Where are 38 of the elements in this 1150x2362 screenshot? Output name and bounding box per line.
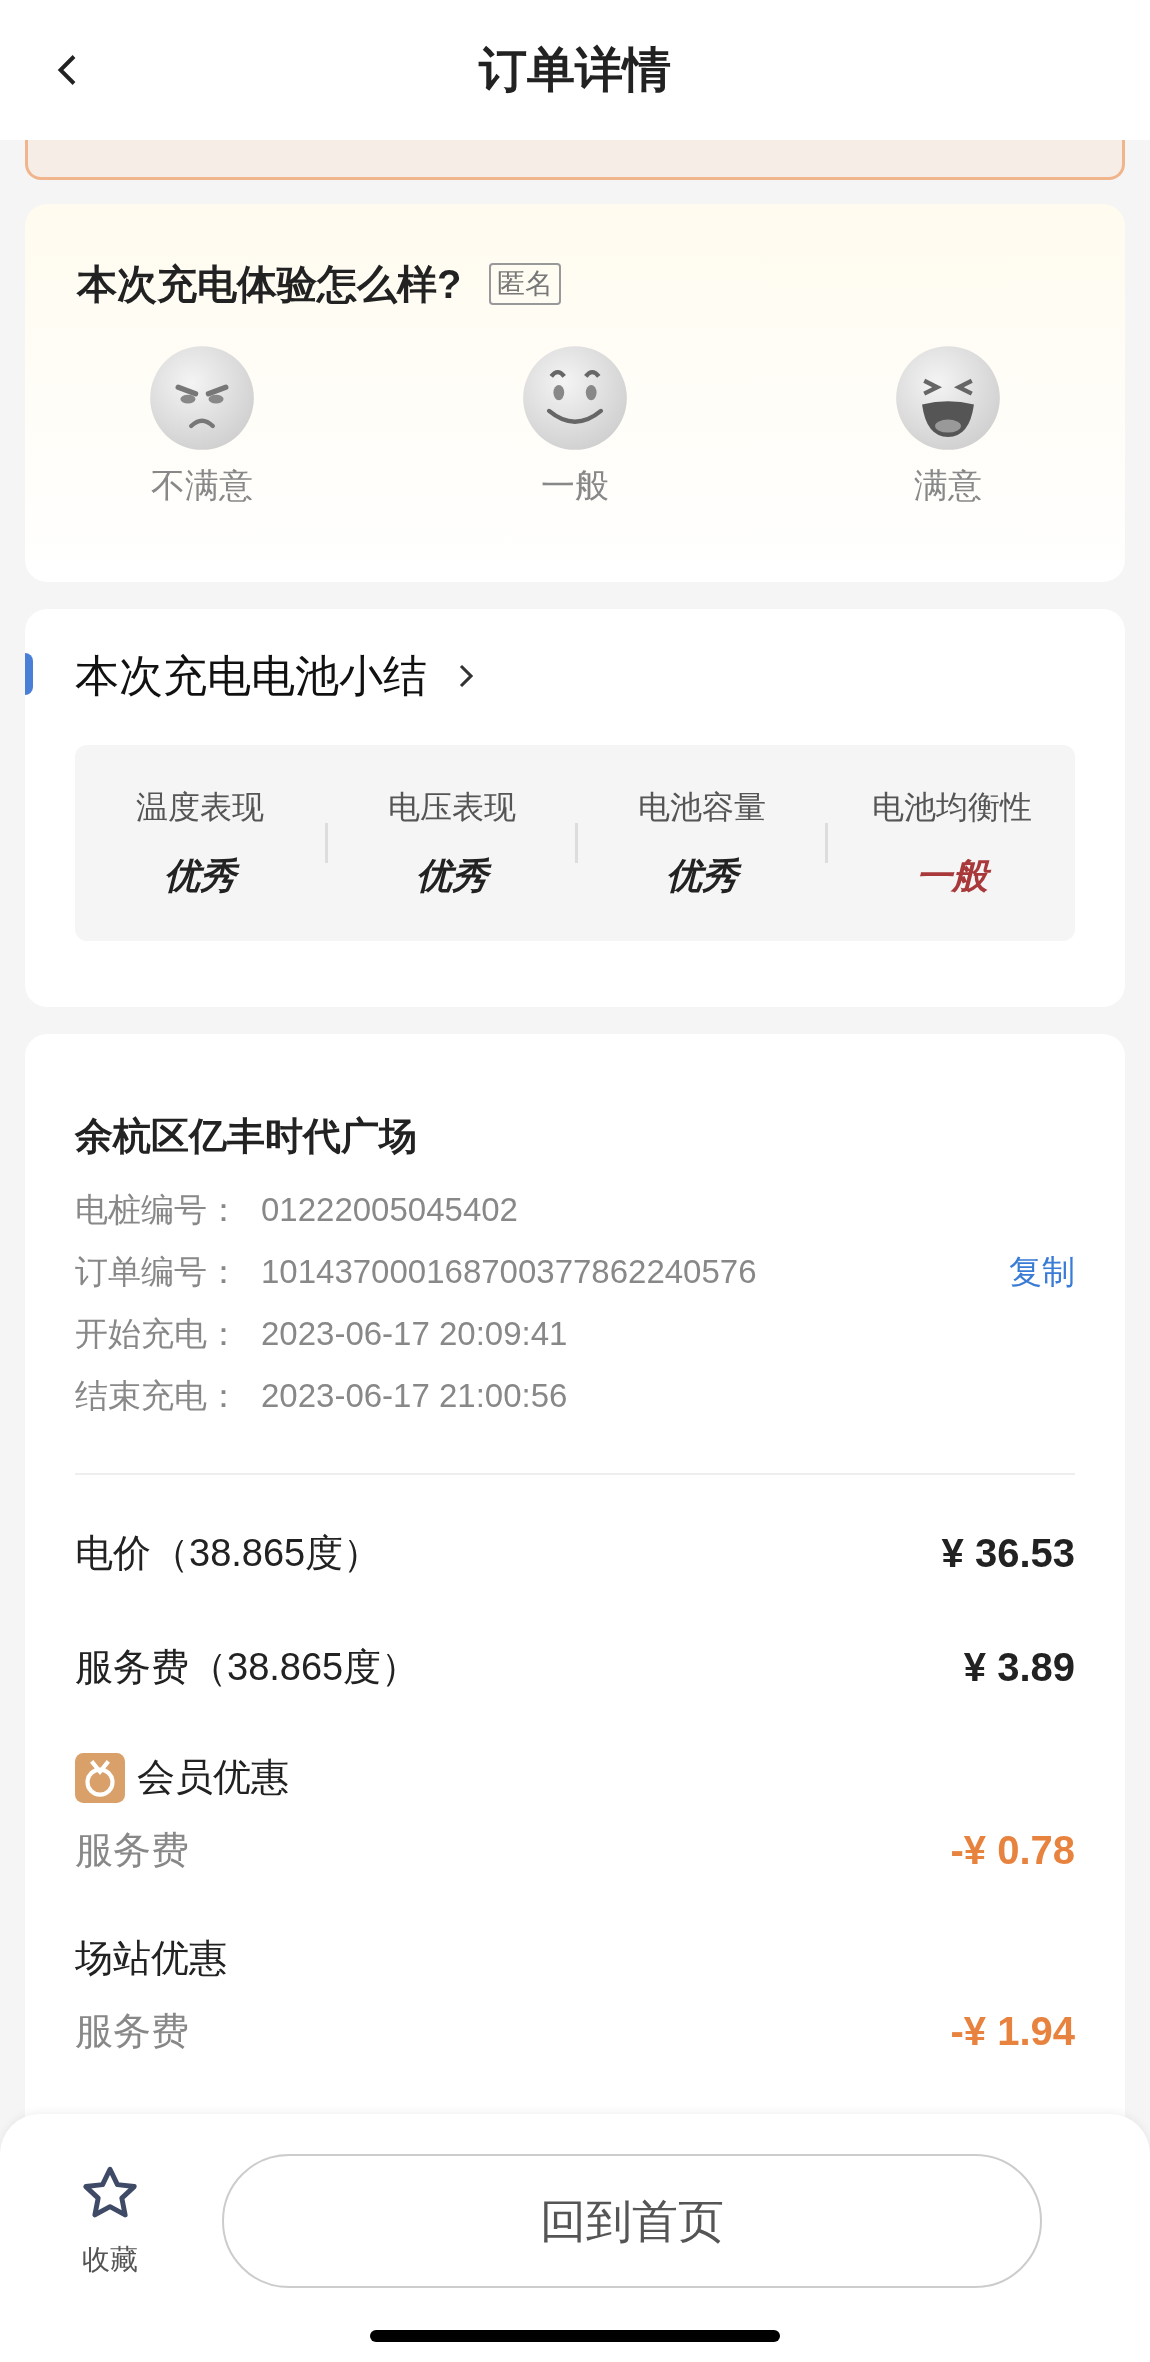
detail-value: 01222005045402 — [261, 1190, 519, 1231]
emoji-face-icon[interactable] — [521, 344, 629, 452]
discount-amount: -¥ 0.78 — [950, 1827, 1075, 1874]
home-button[interactable]: 回到首页 — [222, 2154, 1042, 2288]
detail-value: 101437000168700377862240576 — [261, 1252, 758, 1293]
rating-question: 本次充电体验怎么样? — [77, 261, 462, 308]
metric-label: 电池均衡性 — [871, 788, 1032, 827]
battery-summary-title[interactable]: 本次充电电池小结 — [75, 643, 427, 709]
rating-label: 一般 — [541, 465, 609, 506]
metric-label: 电池容量 — [637, 788, 766, 827]
metric-label: 电压表现 — [387, 788, 516, 827]
detail-value: 2023-06-17 20:09:41 — [261, 1314, 569, 1355]
detail-value: 2023-06-17 21:00:56 — [261, 1376, 569, 1417]
fee-amount: ¥ 36.53 — [941, 1530, 1075, 1577]
rating-label: 满意 — [914, 465, 982, 506]
anonymous-tag: 匿名 — [489, 263, 562, 305]
copy-link[interactable]: 复制 — [1009, 1247, 1075, 1297]
fee-amount: ¥ 3.89 — [963, 1644, 1075, 1691]
discount-amount: -¥ 1.94 — [950, 2008, 1075, 2055]
fee-label: 服务费（38.865度） — [75, 1644, 420, 1690]
discount-item: 服务费 — [75, 2008, 189, 2054]
accent-bar — [25, 653, 33, 695]
discount-title: 会员优惠 — [137, 1755, 289, 1800]
discount-title: 场站优惠 — [75, 1936, 227, 1981]
detail-label: 开始充电： — [75, 1314, 241, 1355]
detail-label: 电桩编号： — [75, 1190, 241, 1231]
member-badge-icon — [75, 1752, 125, 1803]
fee-label: 电价（38.865度） — [75, 1530, 382, 1576]
emoji-face-icon[interactable] — [148, 344, 256, 452]
rating-label: 不满意 — [151, 465, 253, 506]
detail-label: 订单编号： — [75, 1252, 241, 1293]
detail-label: 结束充电： — [75, 1376, 241, 1417]
station-name: 余杭区亿丰时代广场 — [75, 1114, 418, 1159]
discount-item: 服务费 — [75, 1827, 189, 1873]
emoji-face-icon[interactable] — [894, 344, 1002, 452]
metric-label: 温度表现 — [136, 788, 264, 827]
page-title: 订单详情 — [479, 42, 671, 98]
favorite-button[interactable]: 收藏 — [70, 2161, 150, 2281]
